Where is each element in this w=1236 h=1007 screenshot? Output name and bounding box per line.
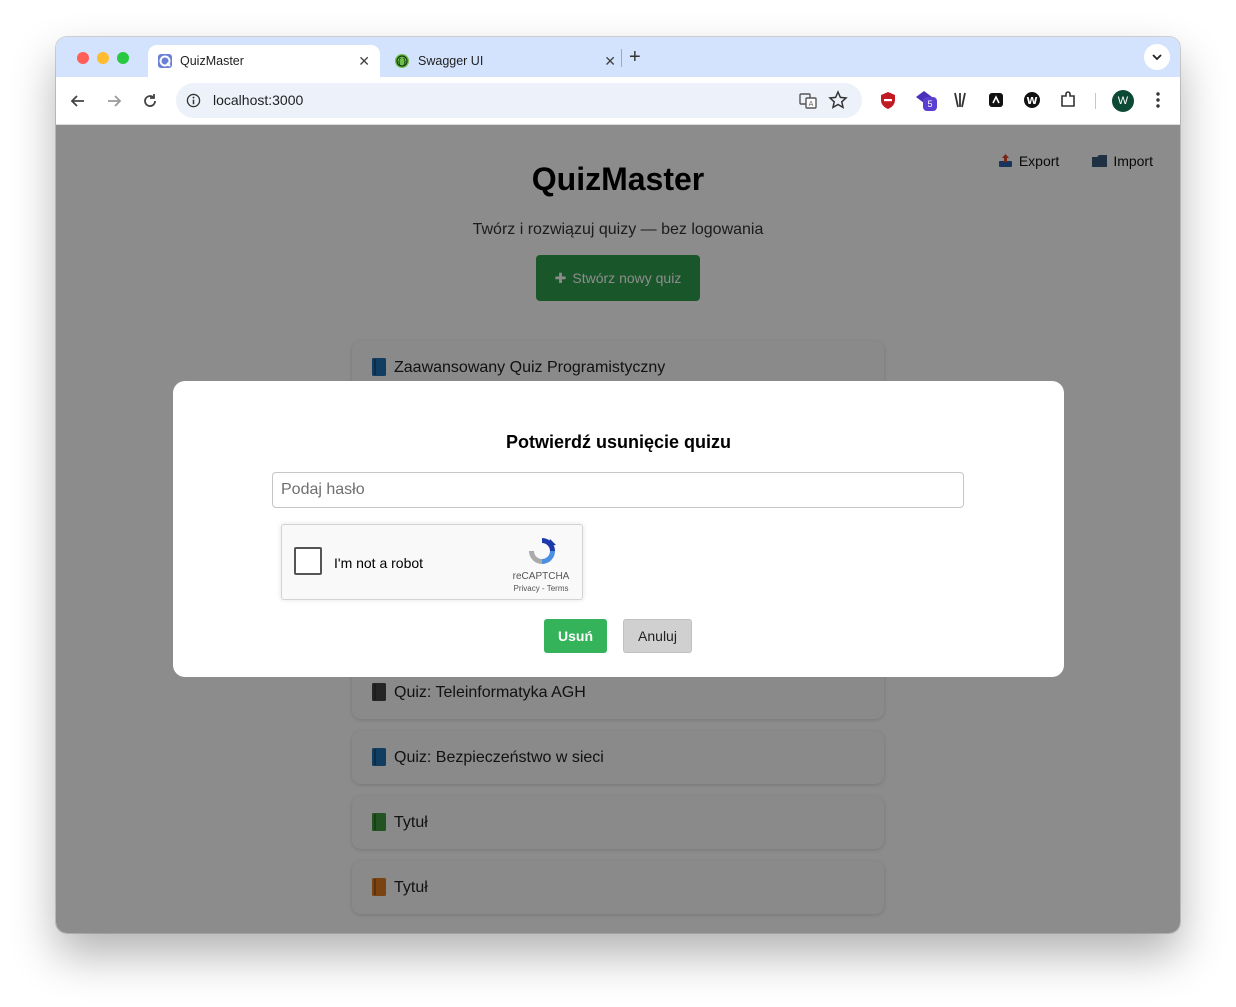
- tab-separator: [621, 49, 622, 67]
- minimize-window-button[interactable]: [97, 52, 109, 64]
- menu-kebab-icon[interactable]: [1150, 89, 1166, 111]
- browser-toolbar: localhost:3000 A 5 W W: [56, 77, 1180, 125]
- confirm-delete-modal: Potwierdź usunięcie quizu I'm not a robo…: [173, 381, 1064, 677]
- chevron-down-icon: [1152, 54, 1162, 61]
- swagger-favicon-icon: {}: [395, 54, 409, 68]
- wordpress-extension-icon[interactable]: W: [1021, 89, 1043, 111]
- svg-text:{}: {}: [397, 57, 407, 66]
- page-viewport: Export Import QuizMaster Twórz i rozwiąz…: [56, 125, 1180, 933]
- new-tab-button[interactable]: +: [629, 47, 641, 67]
- toolbar-separator: [1095, 93, 1096, 109]
- svg-text:W: W: [1026, 96, 1037, 107]
- recaptcha-brand: reCAPTCHA: [512, 571, 570, 582]
- quizmaster-favicon-icon: [158, 54, 172, 68]
- tools-extension-icon[interactable]: [949, 89, 971, 111]
- recaptcha-logo-icon: [529, 538, 556, 564]
- close-tab-icon[interactable]: ✕: [604, 54, 616, 68]
- address-bar[interactable]: localhost:3000 A: [176, 83, 862, 118]
- svg-text:A: A: [809, 100, 814, 108]
- shield-extension-icon[interactable]: [877, 89, 899, 111]
- password-input[interactable]: [272, 472, 964, 508]
- tab-quizmaster[interactable]: QuizMaster ✕: [148, 45, 380, 77]
- bookmark-star-icon[interactable]: [828, 90, 848, 110]
- translate-icon[interactable]: A: [798, 91, 818, 111]
- close-tab-icon[interactable]: ✕: [358, 54, 370, 68]
- tab-title: QuizMaster: [180, 54, 244, 68]
- recaptcha-widget: I'm not a robot reCAPTCHA Privacy - Term…: [281, 524, 583, 600]
- site-info-icon[interactable]: [186, 93, 201, 108]
- modal-title: Potwierdź usunięcie quizu: [505, 432, 732, 452]
- forward-icon[interactable]: [104, 91, 124, 111]
- recaptcha-checkbox[interactable]: [294, 547, 322, 575]
- recaptcha-label: I'm not a robot: [334, 555, 424, 571]
- delete-button[interactable]: Usuń: [544, 619, 607, 653]
- recaptcha-privacy-terms-link[interactable]: Privacy - Terms: [506, 584, 576, 593]
- tab-strip: QuizMaster ✕ {} Swagger UI ✕ +: [56, 37, 1180, 77]
- close-window-button[interactable]: [77, 52, 89, 64]
- address-url: localhost:3000: [213, 92, 304, 108]
- tab-swagger[interactable]: {} Swagger UI ✕: [386, 45, 626, 77]
- maximize-window-button[interactable]: [117, 52, 129, 64]
- editor-extension-icon[interactable]: [985, 89, 1007, 111]
- cancel-button[interactable]: Anuluj: [623, 619, 692, 653]
- back-icon[interactable]: [68, 91, 88, 111]
- tab-title: Swagger UI: [418, 54, 484, 68]
- reload-icon[interactable]: [140, 91, 160, 111]
- tab-search-button[interactable]: [1144, 44, 1170, 70]
- browser-window: QuizMaster ✕ {} Swagger UI ✕ + localhost…: [56, 37, 1180, 933]
- profile-avatar[interactable]: W: [1112, 90, 1134, 112]
- extensions-puzzle-icon[interactable]: [1057, 89, 1079, 111]
- extension-badge: 5: [923, 97, 937, 111]
